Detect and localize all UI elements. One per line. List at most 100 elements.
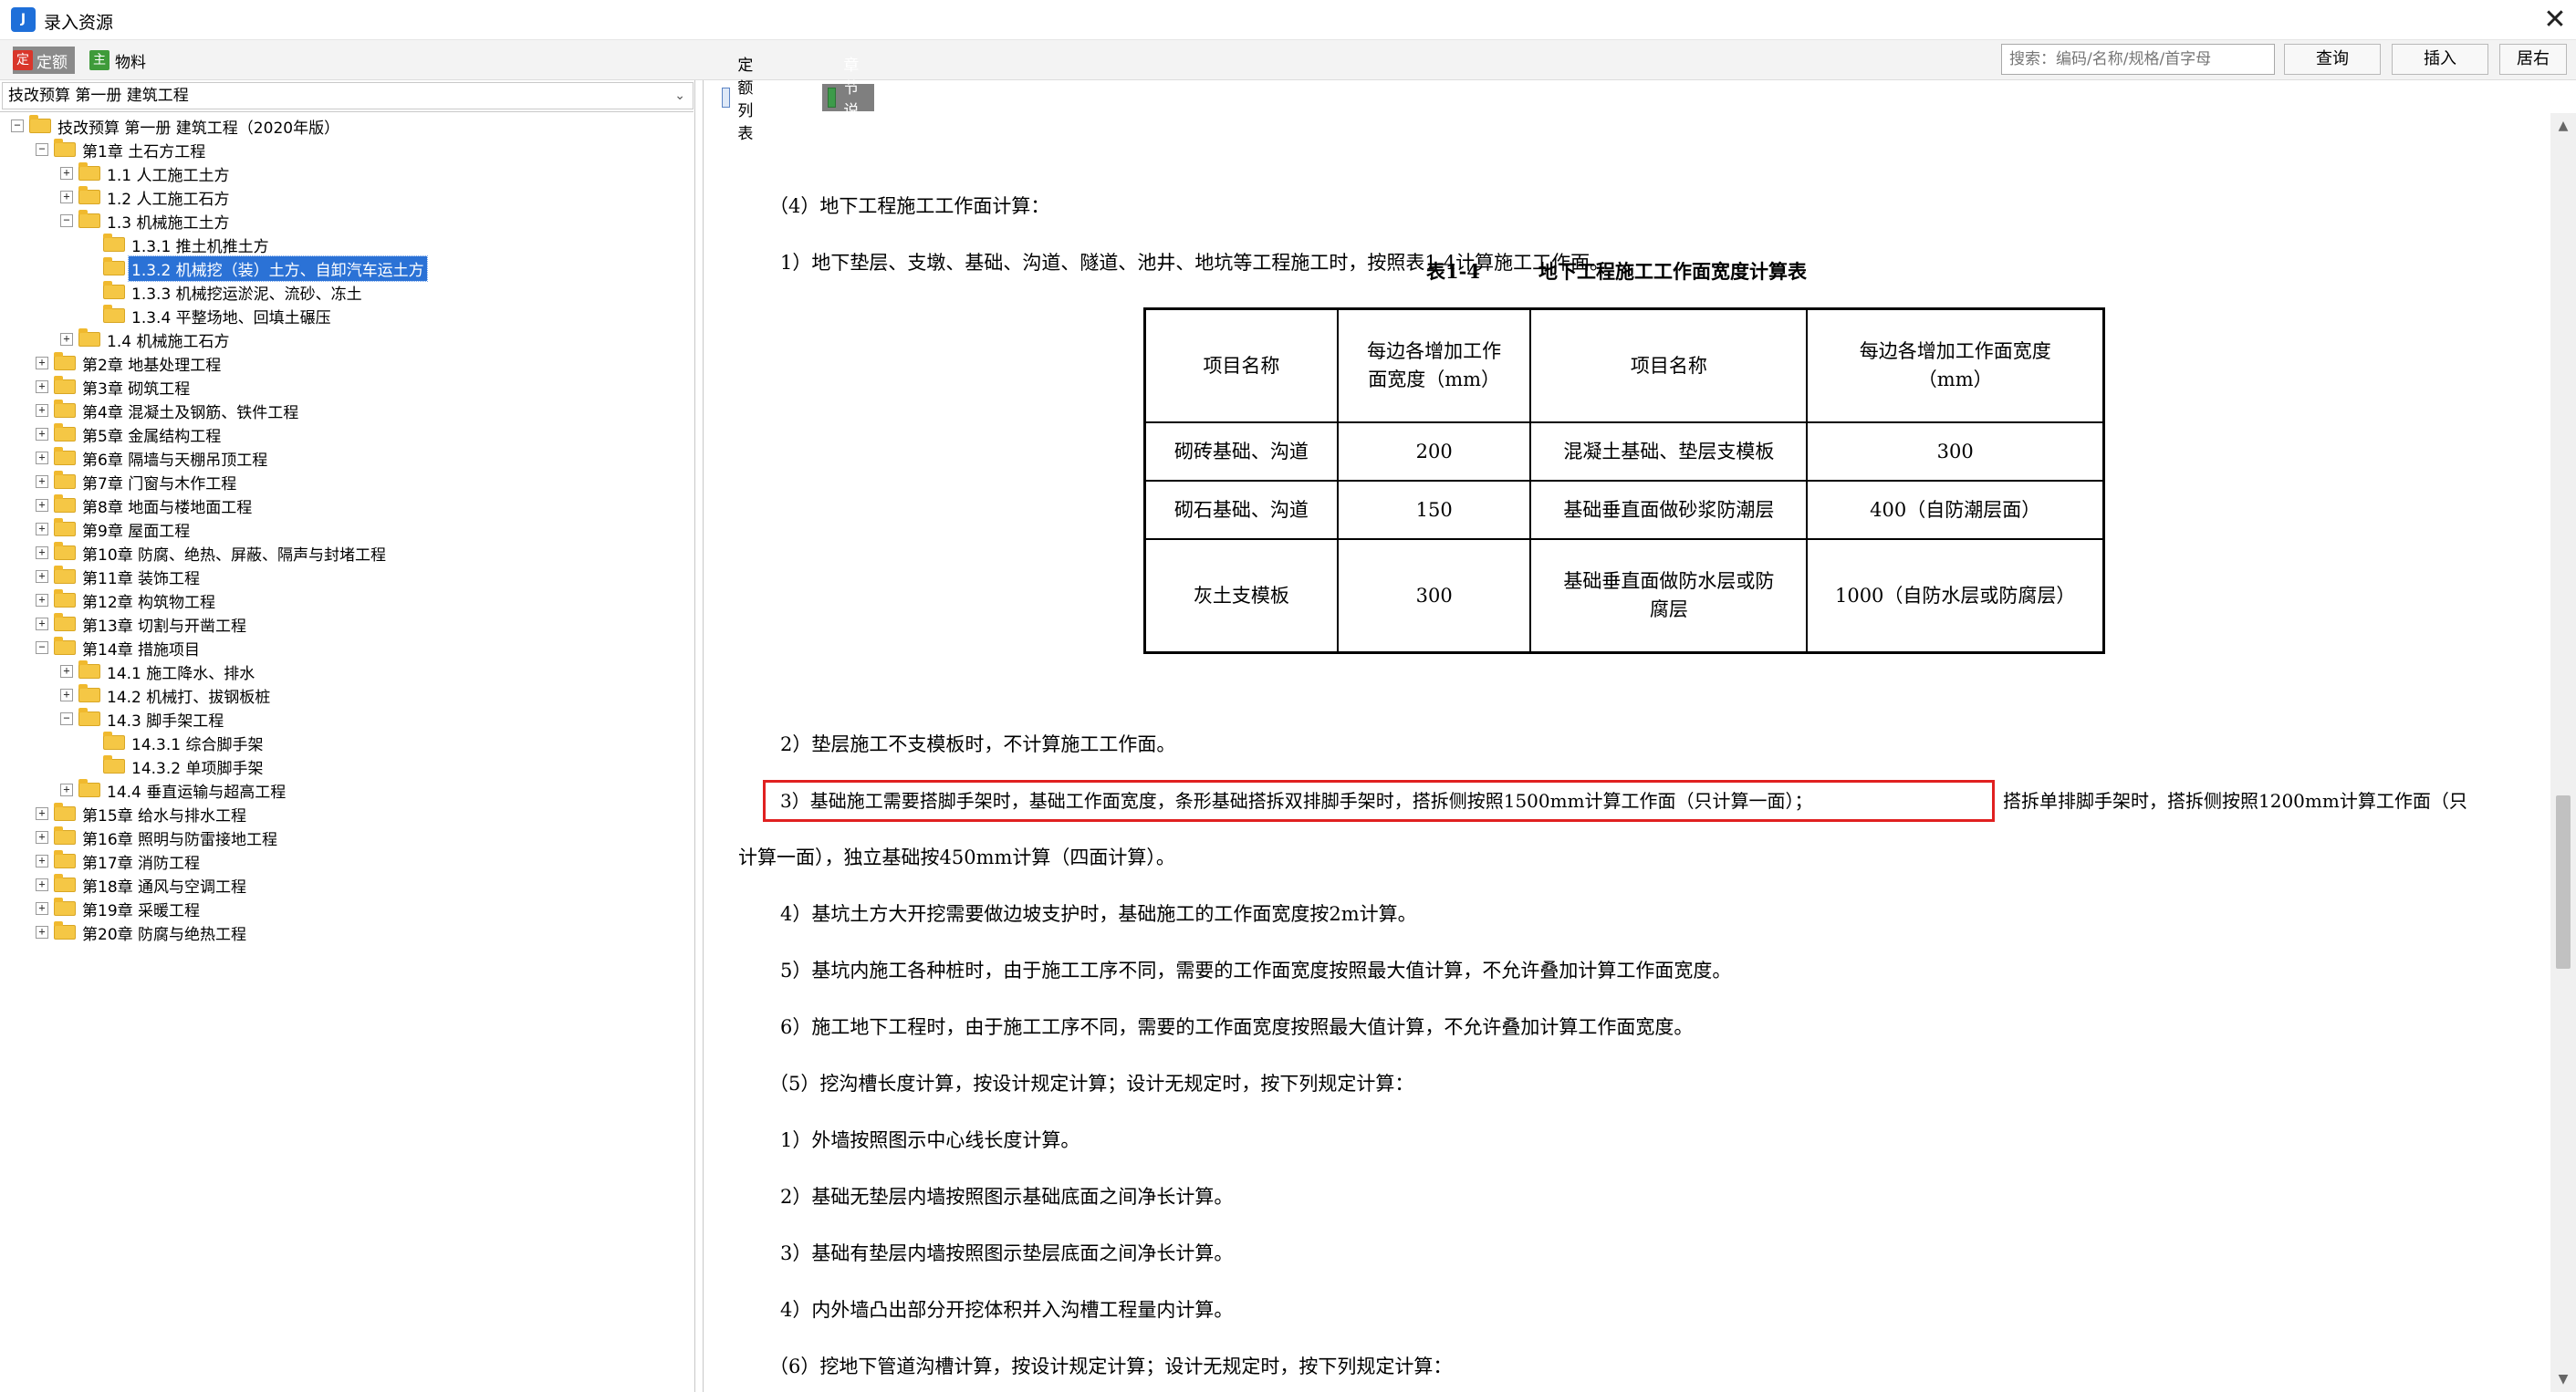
tree-item[interactable]: 1.3.3 机械挖运淤泥、流砂、冻土 bbox=[85, 280, 365, 304]
tree-item[interactable]: + 第20章 防腐与绝热工程 bbox=[36, 920, 249, 944]
tree-item[interactable]: +1.4 机械施工石方 bbox=[60, 327, 232, 351]
expand-icon[interactable]: + bbox=[36, 618, 48, 630]
close-button[interactable]: ✕ bbox=[2534, 0, 2576, 40]
tree-item[interactable]: + 第3章 砌筑工程 bbox=[36, 375, 193, 399]
collapse-icon[interactable]: − bbox=[11, 119, 24, 132]
tree-item[interactable]: + 第18章 通风与空调工程 bbox=[36, 873, 249, 897]
expand-icon[interactable]: + bbox=[36, 357, 48, 369]
expand-icon[interactable]: + bbox=[36, 807, 48, 820]
tree-item[interactable]: 1.3.1 推土机推土方 bbox=[85, 233, 272, 256]
table-cell: 基础垂直面做防水层或防 腐层 bbox=[1529, 538, 1809, 654]
folder-icon bbox=[78, 708, 100, 726]
expand-icon[interactable]: + bbox=[36, 499, 48, 512]
expand-icon[interactable]: + bbox=[60, 333, 73, 346]
chapter-document: （4）地下工程施工工作面计算： 1）地下垫层、支墩、基础、沟道、隧道、池井、地坑… bbox=[705, 113, 2539, 1390]
folder-icon bbox=[54, 352, 76, 370]
tree-item[interactable]: +14.1 施工降水、排水 bbox=[60, 660, 257, 683]
tab-quota-list[interactable]: 定额列表 bbox=[716, 57, 768, 143]
expand-icon[interactable]: + bbox=[36, 570, 48, 583]
scroll-thumb[interactable] bbox=[2556, 795, 2571, 969]
folder-icon bbox=[54, 874, 76, 892]
scroll-up-icon[interactable]: ▲ bbox=[2550, 113, 2576, 139]
folder-icon bbox=[78, 210, 100, 228]
collapse-icon[interactable]: − bbox=[36, 641, 48, 654]
expand-icon[interactable]: + bbox=[36, 475, 48, 488]
tree-item[interactable]: − 14.3 脚手架工程 bbox=[60, 707, 226, 731]
tree-item[interactable]: + 第8章 地面与楼地面工程 bbox=[36, 493, 255, 517]
insert-button[interactable]: 插入 bbox=[2392, 44, 2488, 75]
table-cell: 200 bbox=[1336, 421, 1532, 482]
expand-icon[interactable]: + bbox=[36, 878, 48, 891]
tree-item[interactable]: 14.3.2 单项脚手架 bbox=[85, 754, 266, 778]
paragraph-highlighted: 3）基础施工需要搭脚手架时，基础工作面宽度，条形基础搭拆双排脚手架时，搭拆侧按照… bbox=[780, 790, 1813, 812]
table-cell: 300 bbox=[1336, 538, 1532, 654]
tree-item[interactable]: + 第4章 混凝土及钢筋、铁件工程 bbox=[36, 399, 301, 422]
tab-quota[interactable]: 定 定额 bbox=[13, 47, 75, 74]
expand-icon[interactable]: + bbox=[36, 428, 48, 441]
tree-item[interactable]: + 第15章 给水与排水工程 bbox=[36, 802, 249, 826]
tab-material[interactable]: 主 物料 bbox=[89, 47, 146, 74]
expand-icon[interactable]: + bbox=[36, 404, 48, 417]
collapse-icon[interactable]: − bbox=[60, 214, 73, 227]
expand-icon[interactable]: + bbox=[36, 902, 48, 915]
tree-item[interactable]: + 第17章 消防工程 bbox=[36, 849, 203, 873]
expand-icon[interactable]: + bbox=[36, 380, 48, 393]
table-cell: 1000（自防水层或防腐层） bbox=[1806, 538, 2105, 654]
tree-item[interactable]: +1.2 人工施工石方 bbox=[60, 185, 232, 209]
tree-item[interactable]: + 第2章 地基处理工程 bbox=[36, 351, 224, 375]
tab-chapter-notes[interactable]: 章节说明 bbox=[822, 57, 874, 143]
catalog-select[interactable]: 技改预算 第一册 建筑工程 ⌄ bbox=[2, 82, 694, 109]
folder-icon bbox=[103, 281, 125, 299]
collapse-icon[interactable]: − bbox=[36, 143, 48, 156]
expand-icon[interactable]: + bbox=[60, 167, 73, 180]
tree-item[interactable]: +14.4 垂直运输与超高工程 bbox=[60, 778, 288, 802]
tree-item-label: 1.4 机械施工石方 bbox=[107, 332, 230, 351]
expand-icon[interactable]: + bbox=[36, 926, 48, 939]
tree-item[interactable]: + 第12章 构筑物工程 bbox=[36, 588, 218, 612]
tree-item[interactable]: + 第10章 防腐、绝热、屏蔽、隔声与封堵工程 bbox=[36, 541, 389, 565]
expand-icon[interactable]: + bbox=[36, 452, 48, 464]
tree-item[interactable]: 1.3.4 平整场地、回填土碾压 bbox=[85, 304, 334, 327]
collapse-icon[interactable]: − bbox=[60, 712, 73, 725]
tree-item[interactable]: + 第7章 门窗与木作工程 bbox=[36, 470, 239, 493]
expand-icon[interactable]: + bbox=[36, 546, 48, 559]
paragraph: （4）地下工程施工工作面计算： bbox=[769, 195, 1050, 217]
vertical-scrollbar[interactable]: ▲ ▼ bbox=[2550, 113, 2576, 1392]
expand-icon[interactable]: + bbox=[36, 523, 48, 535]
expand-icon[interactable]: + bbox=[36, 594, 48, 607]
tree-item[interactable]: − 1.3 机械施工土方 bbox=[60, 209, 232, 233]
expand-icon[interactable]: + bbox=[60, 665, 73, 678]
search-input[interactable] bbox=[2001, 44, 2275, 75]
tab-quota-label: 定额 bbox=[37, 53, 68, 72]
paragraph: 2）垫层施工不支模板时，不计算施工工作面。 bbox=[780, 733, 1176, 755]
folder-icon bbox=[54, 471, 76, 489]
expand-icon[interactable]: + bbox=[36, 831, 48, 844]
expand-icon[interactable]: + bbox=[60, 191, 73, 203]
align-button[interactable]: 居右 bbox=[2499, 44, 2567, 75]
tree-item[interactable]: + 第6章 隔墙与天棚吊顶工程 bbox=[36, 446, 270, 470]
tree-item[interactable]: − 技改预算 第一册 建筑工程（2020年版） bbox=[11, 114, 342, 138]
tree-item[interactable]: + 第11章 装饰工程 bbox=[36, 565, 203, 588]
expand-icon[interactable]: + bbox=[36, 855, 48, 867]
expand-icon[interactable]: + bbox=[60, 784, 73, 796]
scroll-down-icon[interactable]: ▼ bbox=[2550, 1366, 2576, 1392]
tree-item[interactable]: + 第9章 屋面工程 bbox=[36, 517, 193, 541]
folder-icon bbox=[29, 115, 51, 133]
table-cell: 砌砖基础、沟道 bbox=[1143, 421, 1339, 482]
tree-item[interactable]: + 第16章 照明与防雷接地工程 bbox=[36, 826, 280, 849]
query-button[interactable]: 查询 bbox=[2284, 44, 2381, 75]
tree-item[interactable]: +1.1 人工施工土方 bbox=[60, 161, 232, 185]
tree-item[interactable]: − 第14章 措施项目 bbox=[36, 636, 203, 660]
tree-item[interactable]: + 第13章 切割与开凿工程 bbox=[36, 612, 249, 636]
tree-item[interactable]: 14.3.1 综合脚手架 bbox=[85, 731, 266, 754]
tree-item[interactable]: − 第1章 土石方工程 bbox=[36, 138, 208, 161]
tree-item-label: 第15章 给水与排水工程 bbox=[82, 806, 247, 826]
tab-material-label: 物料 bbox=[115, 53, 146, 72]
expand-icon[interactable]: + bbox=[60, 689, 73, 701]
tree-item[interactable]: 1.3.2 机械挖（装）土方、自卸汽车运土方 bbox=[85, 255, 428, 282]
tree-item[interactable]: + 第19章 采暖工程 bbox=[36, 897, 203, 920]
tree-item[interactable]: +14.2 机械打、拔钢板桩 bbox=[60, 683, 273, 707]
tree-item[interactable]: + 第5章 金属结构工程 bbox=[36, 422, 224, 446]
chevron-down-icon[interactable]: ⌄ bbox=[674, 83, 685, 109]
